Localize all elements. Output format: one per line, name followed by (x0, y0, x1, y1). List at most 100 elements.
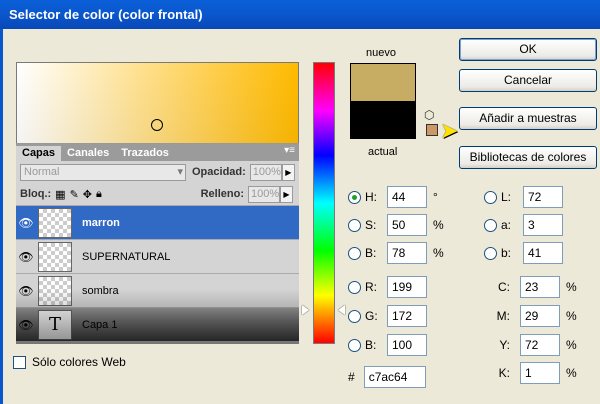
cyan-input[interactable]: 23 (520, 276, 560, 298)
lab-a-field: a: 3 (484, 214, 563, 236)
hue-slider[interactable] (313, 62, 335, 344)
eye-icon[interactable]: 👁︎ (16, 318, 36, 332)
brightness-input[interactable]: 78 (387, 242, 427, 264)
cyan-label: C: (498, 280, 510, 294)
brightness-radio[interactable] (348, 246, 361, 260)
new-color-swatch (350, 63, 416, 101)
color-field-picker-ring[interactable] (151, 119, 163, 131)
layer-thumbnail (38, 241, 72, 272)
cyan-unit: % (566, 280, 577, 294)
saturation-input[interactable]: 50 (387, 214, 427, 236)
lab-l-radio[interactable] (484, 190, 497, 204)
hue-input[interactable]: 44 (387, 186, 427, 208)
blend-opacity-row: Normal Opacidad: 100% ▶ (16, 161, 299, 183)
new-color-label: nuevo (366, 47, 396, 59)
lab-b-field: b: 41 (484, 242, 563, 264)
layer-thumbnail (38, 207, 72, 238)
eye-icon[interactable]: 👁︎ (16, 216, 36, 230)
tab-capas[interactable]: Capas (16, 146, 62, 161)
green-input[interactable]: 172 (387, 305, 427, 327)
lab-b-input[interactable]: 41 (523, 242, 563, 264)
blue-label: B: (365, 338, 377, 352)
red-input[interactable]: 199 (387, 276, 427, 298)
black-field: K: 1 % (488, 362, 577, 384)
cursor-arrow-icon: ➤ (440, 118, 459, 143)
lab-a-radio[interactable] (484, 218, 497, 232)
lock-label: Bloq.: (20, 188, 52, 200)
green-radio[interactable] (348, 309, 361, 323)
web-safe-swatch[interactable] (426, 124, 438, 136)
hue-unit: ° (433, 190, 438, 204)
lab-l-label: L: (501, 190, 512, 204)
blue-input[interactable]: 100 (387, 334, 427, 356)
layer-thumbnail (38, 275, 72, 306)
yellow-unit: % (566, 338, 577, 352)
hue-slider-handle-left-icon[interactable] (302, 305, 309, 315)
lab-b-label: b: (501, 246, 512, 260)
black-input[interactable]: 1 (520, 362, 560, 384)
cyan-field: C: 23 % (488, 276, 577, 298)
color-libraries-button[interactable]: Bibliotecas de colores (459, 146, 597, 169)
hue-radio[interactable] (348, 190, 361, 204)
layer-name: SUPERNATURAL (82, 250, 171, 263)
add-to-swatches-button[interactable]: Añadir a muestras (459, 107, 597, 130)
layers-panel-tabs: Capas Canales Trazados ▾≡ (16, 144, 299, 161)
layers-panel: Capas Canales Trazados ▾≡ Normal Opacida… (16, 143, 299, 344)
green-label: G: (365, 309, 378, 323)
lock-brush-icon[interactable]: ✎ (70, 188, 79, 201)
red-radio[interactable] (348, 280, 361, 294)
yellow-field: Y: 72 % (488, 334, 577, 356)
lock-move-icon[interactable]: ✥ (83, 188, 92, 201)
lock-transparency-icon[interactable]: ▦ (55, 188, 65, 201)
hue-label: H: (365, 190, 377, 204)
lab-a-input[interactable]: 3 (523, 214, 563, 236)
web-safe-cube-icon[interactable]: ⬡ (424, 108, 434, 122)
window-title: Selector de color (color frontal) (0, 0, 600, 29)
eye-icon[interactable]: 👁︎ (16, 284, 36, 298)
saturation-label: S: (365, 218, 377, 232)
opacity-arrow-icon[interactable]: ▶ (281, 163, 295, 181)
magenta-unit: % (566, 309, 577, 323)
lab-b-radio[interactable] (484, 246, 497, 260)
hex-label: # (348, 370, 355, 384)
magenta-label: M: (496, 309, 510, 323)
fill-input[interactable]: 100% (248, 185, 280, 203)
ok-button[interactable]: OK (459, 38, 597, 61)
lock-all-icon[interactable]: 🔒︎ (96, 188, 102, 201)
layer-row-capa-1[interactable]: 👁︎ T Capa 1 (16, 307, 299, 341)
yellow-input[interactable]: 72 (520, 334, 560, 356)
lab-a-label: a: (501, 218, 512, 232)
tab-canales[interactable]: Canales (61, 146, 115, 161)
saturation-radio[interactable] (348, 218, 361, 232)
red-field: R: 199 (348, 276, 427, 298)
layer-row-supernatural[interactable]: 👁︎ SUPERNATURAL (16, 239, 299, 273)
magenta-input[interactable]: 29 (520, 305, 560, 327)
cancel-button[interactable]: Cancelar (459, 69, 597, 92)
layer-name: marron (82, 216, 120, 229)
layer-name: Capa 1 (82, 318, 118, 331)
blue-radio[interactable] (348, 338, 361, 352)
layer-row-marron[interactable]: 👁︎ marron (16, 205, 299, 239)
eye-icon[interactable]: 👁︎ (16, 250, 36, 264)
saturation-field: S: 50 % (348, 214, 444, 236)
current-color-label: actual (368, 146, 398, 158)
opacity-input[interactable]: 100% (249, 163, 282, 181)
lock-fill-row: Bloq.: ▦ ✎ ✥ 🔒︎ Relleno: 100% ▶ (16, 183, 299, 205)
hue-slider-handle-right-icon[interactable] (338, 305, 345, 315)
hex-input[interactable]: c7ac64 (363, 366, 426, 388)
tab-trazados[interactable]: Trazados (115, 146, 175, 161)
lab-l-input[interactable]: 72 (523, 186, 563, 208)
red-label: R: (365, 280, 377, 294)
black-unit: % (566, 366, 577, 380)
web-colors-only-checkbox[interactable] (13, 355, 26, 369)
black-label: K: (498, 366, 510, 380)
fill-label: Relleno: (200, 188, 244, 200)
current-color-swatch[interactable] (350, 101, 416, 139)
fill-arrow-icon[interactable]: ▶ (280, 185, 293, 203)
blend-mode-select[interactable]: Normal (20, 163, 186, 181)
opacity-label: Opacidad: (192, 166, 246, 178)
hex-field: # c7ac64 (348, 366, 426, 388)
layer-row-sombra[interactable]: 👁︎ sombra (16, 273, 299, 307)
panel-menu-icon[interactable]: ▾≡ (284, 145, 295, 156)
web-colors-only-option[interactable]: Sólo colores Web (13, 355, 126, 369)
